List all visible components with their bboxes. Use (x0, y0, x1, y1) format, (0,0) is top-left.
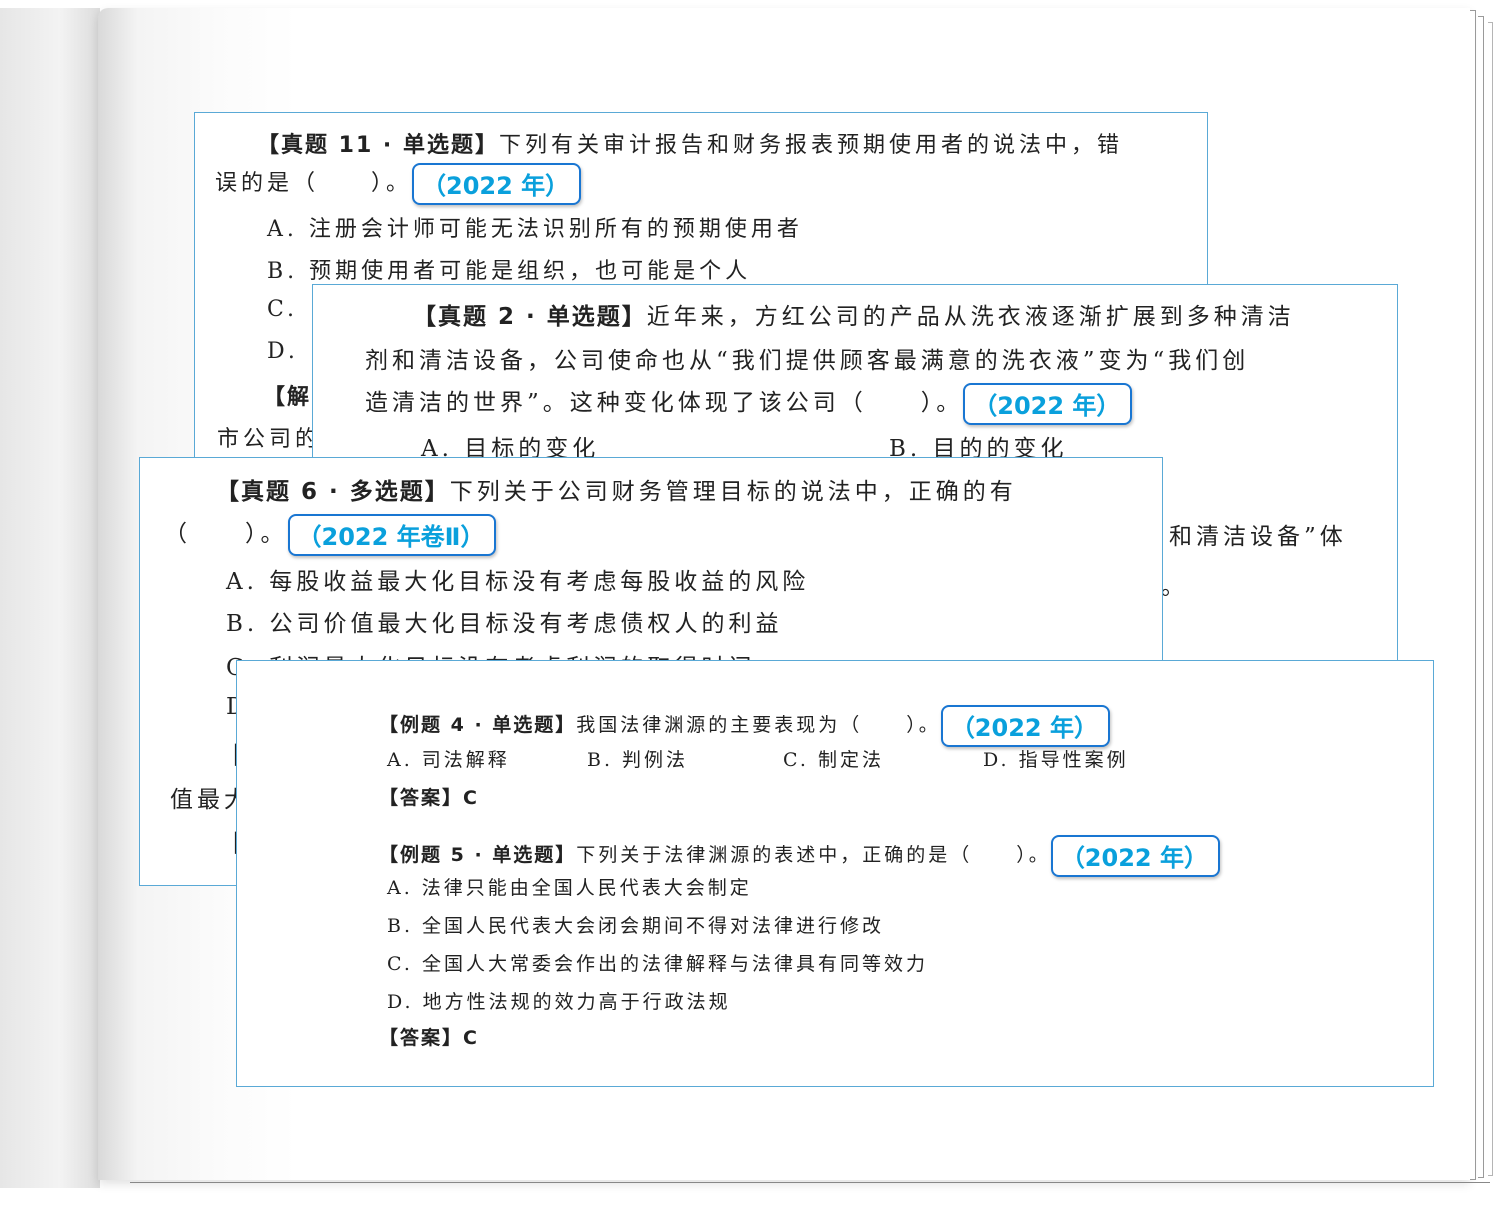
question-line: 【真题 2 · 单选题】近年来，方红公司的产品从洗衣液逐渐扩展到多种清洁 (413, 297, 1295, 331)
question-line: 【真题 11 · 单选题】下列有关审计报告和财务报表预期使用者的说法中，错 (257, 127, 1123, 159)
option-b: B. 公司价值最大化目标没有考虑债权人的利益 (226, 611, 783, 637)
year-tag: （2022 年卷Ⅱ） (287, 514, 497, 556)
question-text: 造清洁的世界”。这种变化体现了该公司（ ）。 (365, 390, 964, 416)
question-line: （ ）。 （2022 年卷Ⅱ） (164, 514, 497, 556)
question-text: 近年来，方红公司的产品从洗衣液逐渐扩展到多种清洁 (646, 304, 1295, 330)
example-text: 下列关于法律渊源的表述中，正确的是（ ）。 (576, 844, 1051, 866)
analysis-label: 【解 (263, 385, 312, 410)
question-text: 误的是（ ）。 (215, 171, 413, 196)
page-bottom-edge (130, 1182, 1490, 1183)
example-4-line: 【例题 4 · 单选题】我国法律渊源的主要表现为（ ）。 （2022 年） (379, 705, 1110, 747)
question-line: 误的是（ ）。 （2022 年） (215, 163, 582, 205)
option-c: C. (267, 297, 299, 322)
page-edge (1470, 10, 1476, 1180)
option-b: B. 全国人民代表大会闭会期间不得对法律进行修改 (387, 915, 885, 937)
partial-line: 市公司的 (217, 427, 322, 452)
answer: 【答案】C (379, 1027, 479, 1049)
answer: 【答案】C (379, 787, 479, 809)
question-text: 下列关于公司财务管理目标的说法中，正确的有 (449, 479, 1017, 505)
question-header: 【真题 11 · 单选题】 (257, 133, 499, 158)
example-header: 【例题 4 · 单选题】 (379, 714, 577, 736)
option-c: C. 制定法 (783, 749, 884, 771)
question-line: 剂和清洁设备，公司使命也从“我们提供顾客最满意的洗衣液”变为“我们创 (365, 348, 1250, 374)
example-card: 【例题 4 · 单选题】我国法律渊源的主要表现为（ ）。 （2022 年） A. … (236, 660, 1434, 1087)
option-a: A. 每股收益最大化目标没有考虑每股收益的风险 (226, 569, 810, 595)
partial-text: 和清洁设备”体 (1169, 524, 1347, 550)
year-tag: （2022 年） (963, 383, 1133, 425)
option-d: D. 指导性案例 (983, 749, 1129, 771)
example-5-line: 【例题 5 · 单选题】下列关于法律渊源的表述中，正确的是（ ）。 （2022 年… (379, 835, 1220, 877)
option-d: D. (267, 339, 299, 364)
example-text: 我国法律渊源的主要表现为（ ）。 (576, 714, 941, 736)
question-line: 【真题 6 · 多选题】下列关于公司财务管理目标的说法中，正确的有 (216, 472, 1017, 506)
example-header: 【例题 5 · 单选题】 (379, 844, 577, 866)
option-a: A. 司法解释 (387, 749, 510, 771)
year-tag: （2022 年） (1050, 835, 1220, 877)
option-d: D. 地方性法规的效力高于行政法规 (387, 991, 731, 1013)
question-text: （ ）。 (164, 521, 288, 547)
year-tag: （2022 年） (412, 163, 582, 205)
question-header: 【真题 2 · 单选题】 (413, 304, 647, 330)
question-line: 造清洁的世界”。这种变化体现了该公司（ ）。 （2022 年） (365, 383, 1133, 425)
option-a: A. 注册会计师可能无法识别所有的预期使用者 (267, 217, 803, 242)
question-header: 【真题 6 · 多选题】 (216, 479, 450, 505)
option-a: A. 法律只能由全国人民代表大会制定 (387, 877, 752, 899)
question-text: 下列有关审计报告和财务报表预期使用者的说法中，错 (498, 133, 1123, 158)
option-b: B. 预期使用者可能是组织，也可能是个人 (267, 259, 752, 284)
option-b: B. 判例法 (587, 749, 689, 771)
page-edge (1478, 16, 1484, 1178)
book-left-page (0, 8, 100, 1188)
partial-mark: 。 (1161, 574, 1188, 600)
page-edge (1488, 22, 1493, 1176)
option-c: C. 全国人大常委会作出的法律解释与法律具有同等效力 (387, 953, 928, 975)
year-tag: （2022 年） (940, 705, 1110, 747)
